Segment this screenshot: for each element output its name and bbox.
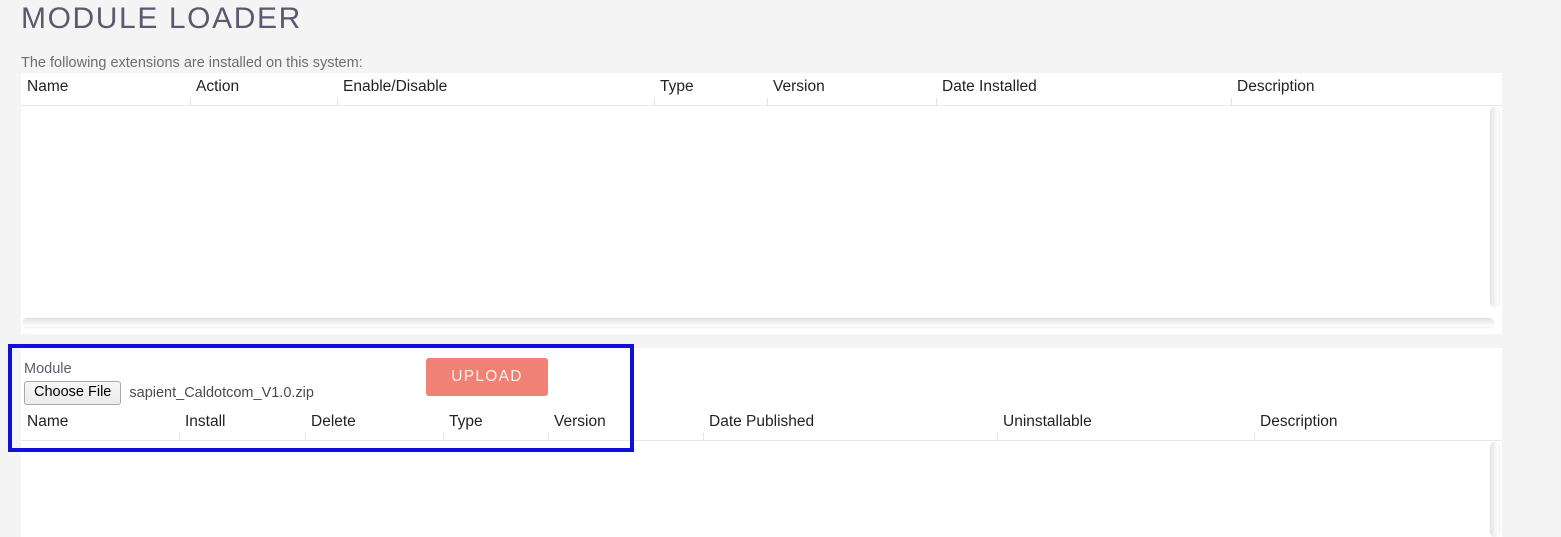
installed-extensions-panel: Name Action Enable/Disable Type Version …: [21, 73, 1502, 334]
available-modules-panel: Name Install Delete Type Version Date Pu…: [21, 348, 1502, 537]
column-header-type[interactable]: Type: [443, 408, 548, 441]
module-field-label: Module: [24, 361, 72, 377]
column-header-version[interactable]: Version: [548, 408, 703, 441]
column-header-name[interactable]: Name: [21, 73, 190, 106]
column-header-date-installed[interactable]: Date Installed: [936, 73, 1231, 106]
column-header-action[interactable]: Action: [190, 73, 337, 106]
column-header-description[interactable]: Description: [1231, 73, 1502, 106]
available-vertical-scrollbar-thumb[interactable]: [1490, 442, 1500, 537]
column-header-description[interactable]: Description: [1254, 408, 1502, 441]
column-header-type[interactable]: Type: [654, 73, 767, 106]
choose-file-button[interactable]: Choose File: [24, 381, 122, 405]
installed-vertical-scrollbar-thumb[interactable]: [1490, 107, 1500, 307]
module-file-input[interactable]: Choose File sapient_Caldotcom_V1.0.zip: [24, 381, 314, 405]
selected-file-name: sapient_Caldotcom_V1.0.zip: [129, 385, 314, 401]
upload-button[interactable]: UPLOAD: [426, 358, 548, 396]
available-table-body: [21, 441, 1488, 537]
available-table-header: Name Install Delete Type Version Date Pu…: [21, 408, 1502, 441]
installed-vertical-scrollbar[interactable]: [1488, 106, 1502, 310]
installed-horizontal-scrollbar[interactable]: [21, 316, 1502, 330]
available-vertical-scrollbar[interactable]: [1488, 441, 1502, 537]
column-header-install[interactable]: Install: [179, 408, 305, 441]
column-header-delete[interactable]: Delete: [305, 408, 443, 441]
intro-text: The following extensions are installed o…: [21, 55, 363, 71]
page-title: MODULE LOADER: [21, 2, 302, 35]
column-header-version[interactable]: Version: [767, 73, 936, 106]
column-header-name[interactable]: Name: [21, 408, 179, 441]
installed-table-header: Name Action Enable/Disable Type Version …: [21, 73, 1502, 106]
column-header-uninstallable[interactable]: Uninstallable: [997, 408, 1254, 441]
installed-table-body: [21, 106, 1488, 310]
installed-horizontal-scrollbar-thumb[interactable]: [22, 318, 1494, 328]
column-header-date-published[interactable]: Date Published: [703, 408, 997, 441]
column-header-enable-disable[interactable]: Enable/Disable: [337, 73, 654, 106]
